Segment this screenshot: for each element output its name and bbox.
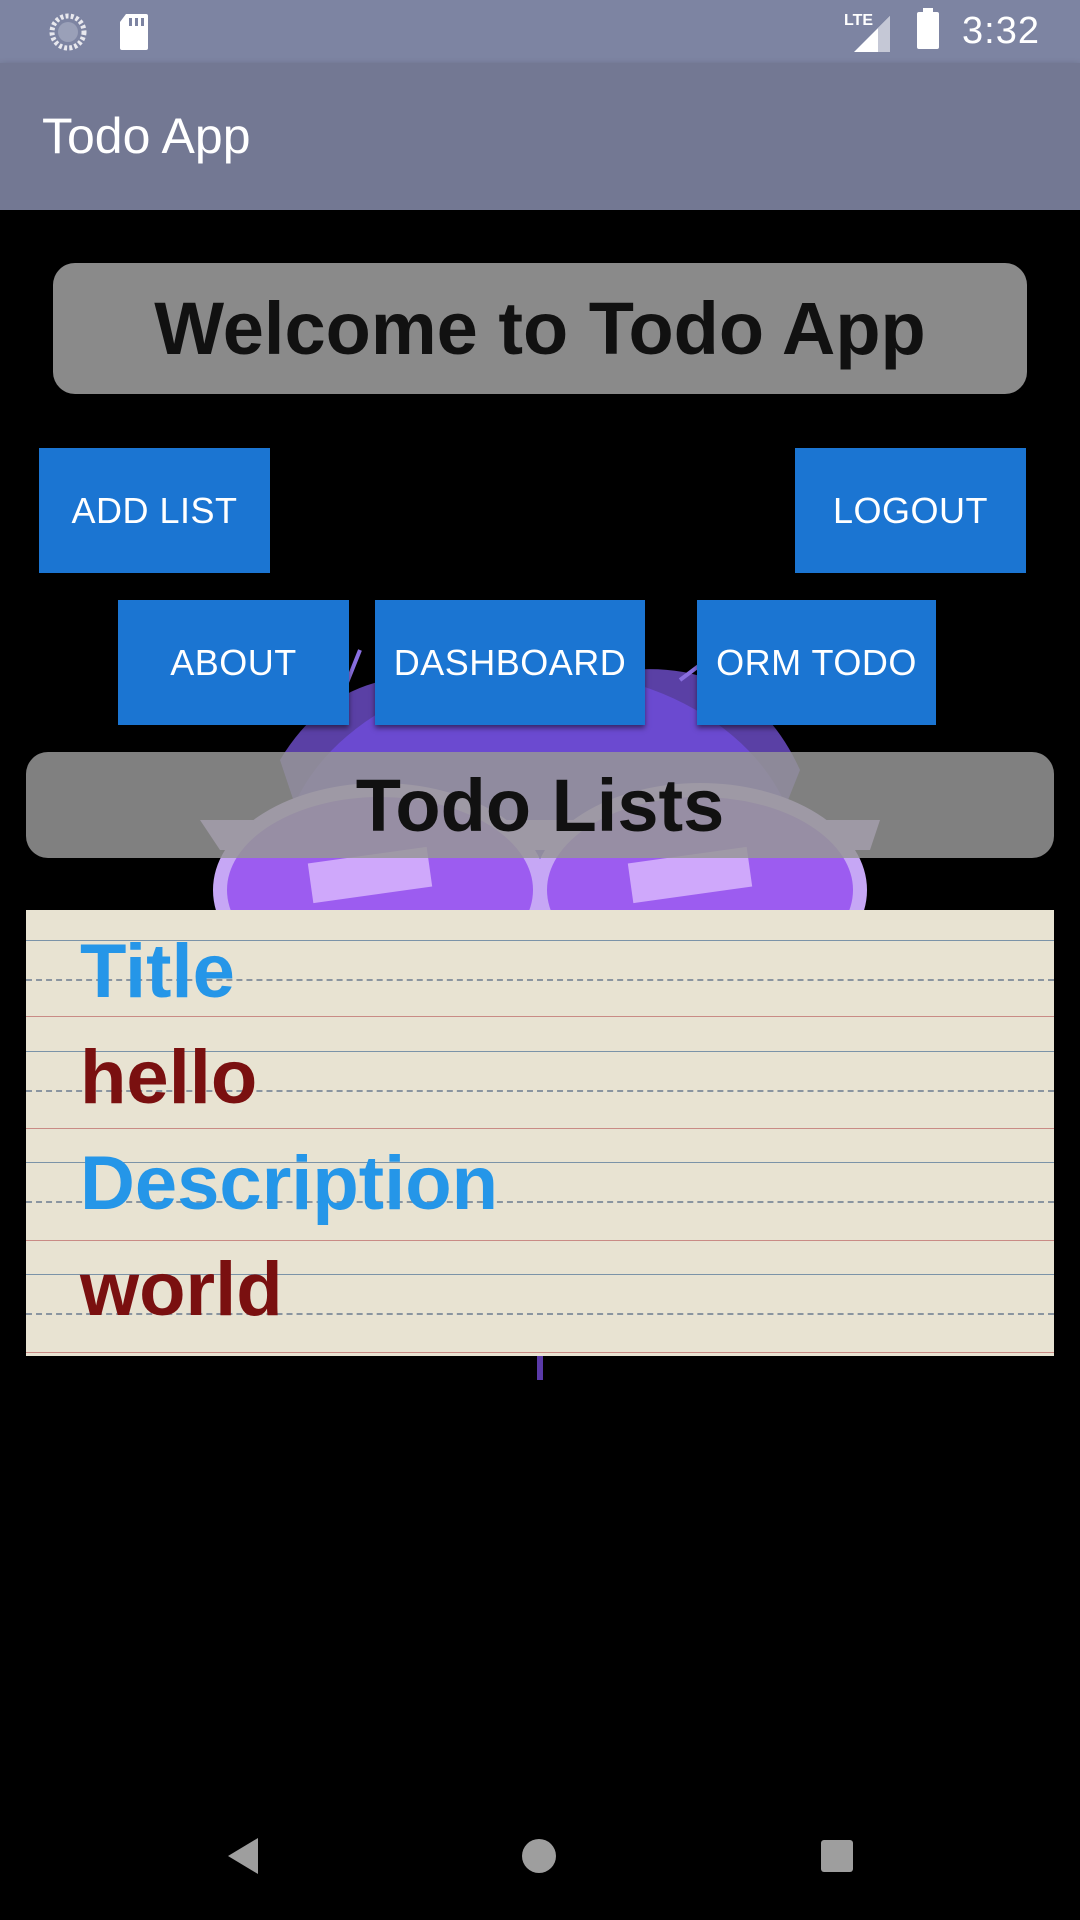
title-value: hello <box>80 1035 258 1120</box>
battery-icon <box>916 8 940 55</box>
dashboard-button[interactable]: DASHBOARD <box>375 600 645 725</box>
about-button[interactable]: ABOUT <box>118 600 349 725</box>
app-bar: Todo App <box>0 63 1080 210</box>
sd-card-icon <box>118 12 150 57</box>
back-icon[interactable] <box>210 1824 274 1888</box>
logout-button[interactable]: LOGOUT <box>795 448 1026 573</box>
welcome-text: Welcome to Todo App <box>154 287 926 370</box>
app-title: Todo App <box>42 108 251 164</box>
recents-icon[interactable] <box>805 1824 869 1888</box>
sync-icon <box>48 12 88 57</box>
lte-signal-icon: LTE <box>844 10 894 54</box>
todo-lists-title: Todo Lists <box>355 763 725 847</box>
title-label: Title <box>80 929 235 1014</box>
home-icon[interactable] <box>507 1824 571 1888</box>
description-value: world <box>80 1247 283 1332</box>
navigation-bar <box>0 1792 1080 1920</box>
status-time: 3:32 <box>962 10 1040 52</box>
screen: LTE 3:32 Todo App Welcome to Todo App AD… <box>0 0 1080 1920</box>
add-list-button[interactable]: ADD LIST <box>39 448 270 573</box>
orm-todo-button[interactable]: ORM TODO <box>697 600 936 725</box>
todo-lists-header: Todo Lists <box>26 752 1054 858</box>
welcome-banner: Welcome to Todo App <box>53 263 1027 394</box>
status-bar: LTE 3:32 <box>0 0 1080 63</box>
todo-list-item[interactable]: Title hello Description world <box>26 910 1054 1356</box>
description-label: Description <box>80 1141 499 1226</box>
